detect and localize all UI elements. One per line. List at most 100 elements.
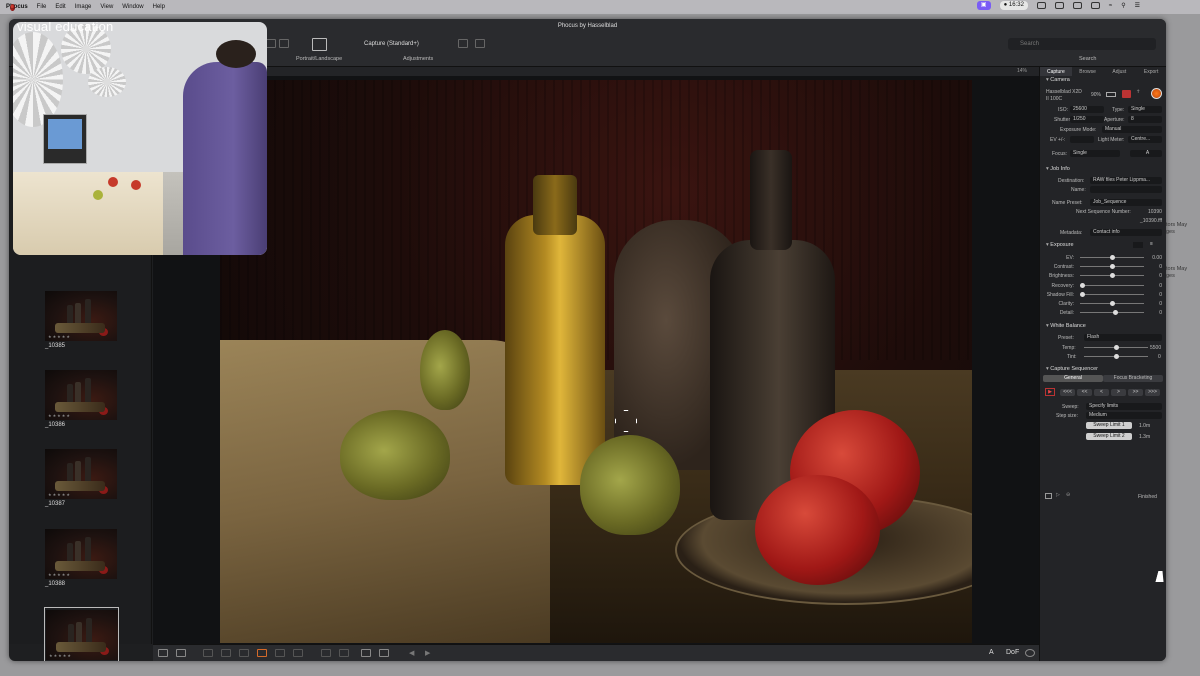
compare-right-icon[interactable] — [339, 649, 349, 657]
camera-section-header[interactable]: Camera — [1046, 77, 1070, 83]
name-input[interactable] — [1090, 186, 1162, 193]
apple-menu-icon[interactable]:  — [10, 3, 16, 11]
exposure-section-header[interactable]: Exposure — [1046, 242, 1073, 248]
tab-focus-bracketing[interactable]: Focus Bracketing — [1103, 375, 1163, 382]
thumbnail[interactable]: ★★★★★ _10385 — [44, 289, 119, 357]
tab-adjust[interactable]: Adjust — [1104, 67, 1136, 76]
grid-overlay-icon[interactable] — [361, 649, 371, 657]
tab-capture[interactable]: Capture — [1040, 67, 1072, 76]
record-sequence-icon[interactable]: ▶ — [1045, 388, 1055, 396]
exposure-slider-value[interactable]: 0 — [1159, 273, 1162, 279]
exposure-slider[interactable] — [1080, 301, 1144, 306]
exposure-slider[interactable] — [1080, 282, 1144, 288]
dof-button[interactable]: DoF — [1006, 649, 1019, 656]
type-select[interactable]: Single — [1128, 106, 1162, 113]
exposure-slider[interactable] — [1080, 291, 1144, 297]
compare-left-icon[interactable] — [321, 649, 331, 657]
focus-point-marker[interactable] — [615, 410, 637, 432]
exposure-mode-select[interactable]: Manual — [1102, 126, 1162, 133]
next-icon[interactable]: ▶ — [425, 649, 430, 657]
menu-help[interactable]: Help — [153, 4, 165, 10]
light-meter-select[interactable]: Centre... — [1128, 136, 1162, 143]
adjustment-preset-select[interactable]: Capture (Standard+) — [361, 39, 449, 50]
menubar-clock[interactable]: ● 16:32 — [999, 1, 1028, 10]
wifi-icon[interactable]: ≈ — [1109, 3, 1112, 9]
step-size-select[interactable]: Medium — [1086, 412, 1162, 419]
search-input[interactable]: Search — [1008, 38, 1156, 50]
name-preset-select[interactable]: Job_Sequence — [1090, 199, 1162, 206]
ev-select[interactable] — [1070, 136, 1094, 143]
menu-file[interactable]: File — [37, 4, 47, 10]
exposure-slider-value[interactable]: 0 — [1159, 264, 1162, 270]
thumbnail[interactable]: ★★★★★ _10388 — [44, 527, 119, 595]
preset-lock-icon[interactable] — [475, 39, 485, 48]
menu-view[interactable]: View — [100, 4, 113, 10]
thumbnail[interactable]: ★★★★★ _10387 — [44, 447, 119, 515]
previous-icon[interactable]: ◀ — [409, 649, 414, 657]
exposure-slider-value[interactable]: 0.00 — [1152, 255, 1162, 261]
autofocus-button[interactable]: A — [1130, 150, 1162, 157]
sequence-nav-button[interactable]: <<< — [1060, 389, 1075, 396]
exposure-slider-value[interactable]: 0 — [1159, 310, 1162, 316]
sweep-select[interactable]: Specify limits — [1086, 403, 1162, 410]
metadata-select[interactable]: Contact info — [1090, 229, 1162, 236]
rating-stars[interactable]: ★★★★★ — [48, 413, 71, 418]
exposure-slider-value[interactable]: 0 — [1159, 301, 1162, 307]
capture-button[interactable] — [1151, 88, 1162, 99]
single-view-icon[interactable] — [176, 649, 186, 657]
auto-button[interactable]: A — [989, 649, 994, 656]
thumbnail[interactable]: ★★★★★_10389 — [44, 607, 119, 661]
menu-image[interactable]: Image — [75, 4, 92, 10]
temp-value[interactable]: 5500 — [1150, 345, 1161, 351]
bluetooth-icon[interactable] — [1072, 2, 1082, 9]
exposure-slider[interactable] — [1080, 264, 1144, 270]
rating-stars[interactable]: ★★★★★ — [48, 334, 71, 339]
sequence-nav-button[interactable]: >> — [1128, 389, 1143, 396]
sequence-nav-button[interactable]: > — [1111, 389, 1126, 396]
screen-record-icon[interactable]: ▣ — [976, 1, 991, 10]
exposure-slider[interactable] — [1080, 273, 1144, 279]
rating-stars[interactable]: ★★★★★ — [48, 492, 71, 497]
sequence-nav-button[interactable]: << — [1077, 389, 1092, 396]
select-tool-icon[interactable] — [203, 649, 213, 657]
rating-stars[interactable]: ★★★★★ — [49, 653, 72, 658]
wb-preset-select[interactable]: Flash — [1084, 334, 1162, 341]
white-balance-section-header[interactable]: White Balance — [1046, 323, 1085, 329]
job-info-section-header[interactable]: Job Info — [1046, 166, 1070, 172]
still-life-photo[interactable] — [220, 80, 972, 643]
live-view-icon[interactable] — [1122, 90, 1131, 98]
layout-split-icon[interactable] — [279, 39, 289, 48]
display-icon[interactable] — [1036, 2, 1046, 9]
exposure-slider-value[interactable]: 0 — [1159, 283, 1162, 289]
sequence-nav-button[interactable]: >>> — [1145, 389, 1160, 396]
thumbnail[interactable]: ★★★★★ _10386 — [44, 368, 119, 436]
exposure-slider-value[interactable]: 0 — [1159, 292, 1162, 298]
rotate-tool-icon[interactable] — [293, 649, 303, 657]
image-viewer[interactable] — [153, 76, 1039, 644]
spotlight-search-icon[interactable]: ⚲ — [1121, 2, 1125, 9]
layout-single-icon[interactable] — [266, 39, 276, 48]
tab-export[interactable]: Export — [1135, 67, 1166, 76]
preset-options-icon[interactable] — [458, 39, 468, 48]
sequence-nav-button[interactable]: < — [1094, 389, 1109, 396]
battery-icon[interactable] — [1090, 2, 1100, 9]
crop-tool-icon[interactable] — [221, 649, 231, 657]
pause-icon[interactable]: ⊖ — [1066, 492, 1070, 498]
rating-stars[interactable]: ★★★★★ — [48, 572, 71, 577]
cast-icon[interactable] — [1054, 2, 1064, 9]
tint-slider[interactable] — [1084, 354, 1148, 359]
aperture-select[interactable]: 8 — [1128, 116, 1162, 123]
grid-view-icon[interactable] — [158, 649, 168, 657]
focus-select[interactable]: Single — [1070, 150, 1120, 157]
camera-icon[interactable] — [1025, 649, 1035, 657]
capture-sequencer-section-header[interactable]: Capture Sequencer — [1046, 366, 1098, 372]
play-icon[interactable]: ▷ — [1056, 492, 1060, 498]
exposure-slider[interactable] — [1080, 255, 1144, 260]
exposure-version-select[interactable] — [1133, 242, 1143, 248]
menu-edit[interactable]: Edit — [55, 4, 65, 10]
hand-tool-icon[interactable] — [275, 649, 285, 657]
tab-browse[interactable]: Browse — [1072, 67, 1104, 76]
overlay-icon[interactable] — [379, 649, 389, 657]
control-center-icon[interactable]: ☰ — [1135, 2, 1140, 9]
loupe-tool-icon[interactable] — [257, 649, 267, 657]
